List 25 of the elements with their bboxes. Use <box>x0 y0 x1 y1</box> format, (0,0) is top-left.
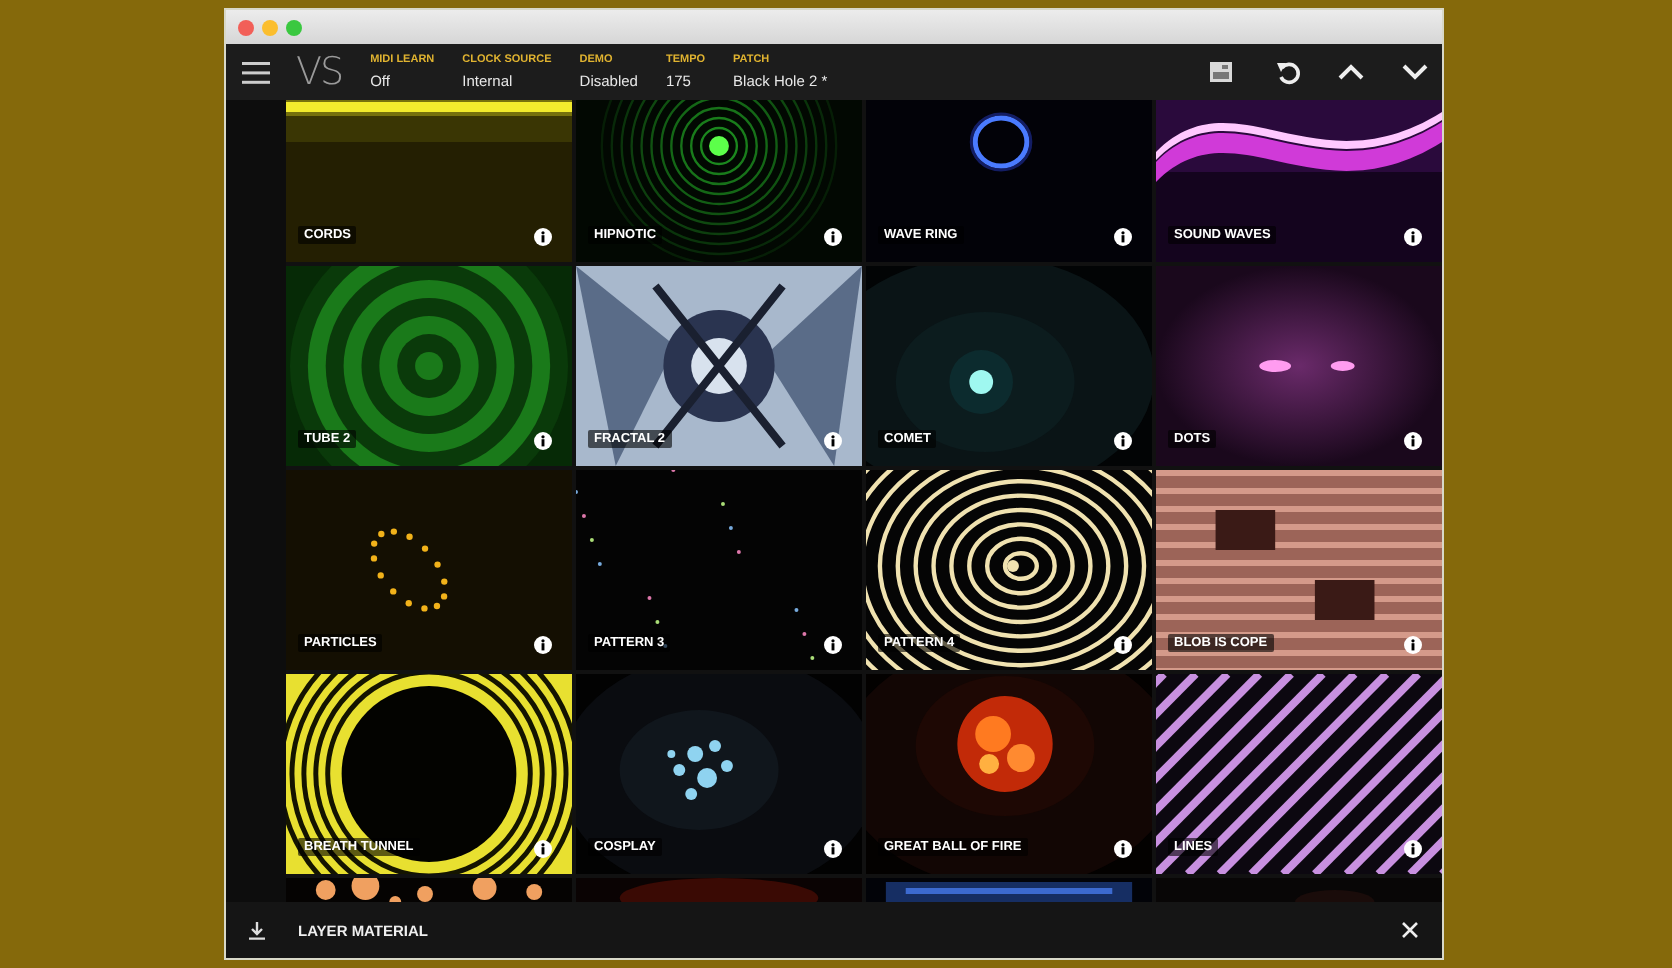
info-icon[interactable] <box>824 228 842 246</box>
thumbnail-icon[interactable] <box>1210 62 1232 82</box>
info-icon[interactable] <box>534 432 552 450</box>
info-icon[interactable] <box>534 840 552 858</box>
info-icon[interactable] <box>534 636 552 654</box>
info-icon[interactable] <box>1114 432 1132 450</box>
info-icon[interactable] <box>824 840 842 858</box>
chevron-down-icon[interactable] <box>1402 64 1428 80</box>
app-logo: VS <box>296 50 343 94</box>
info-icon[interactable] <box>1404 432 1422 450</box>
chevron-up-icon[interactable] <box>1338 64 1364 80</box>
close-icon[interactable] <box>1402 922 1418 938</box>
info-icon[interactable] <box>1404 840 1422 858</box>
info-icon[interactable] <box>1404 228 1422 246</box>
info-icon[interactable] <box>1404 636 1422 654</box>
info-icon[interactable] <box>534 228 552 246</box>
info-icon[interactable] <box>1114 228 1132 246</box>
menu-icon[interactable] <box>241 61 269 83</box>
info-icon[interactable] <box>824 432 842 450</box>
download-icon[interactable] <box>247 921 265 939</box>
info-icon[interactable] <box>1114 636 1132 654</box>
close-window-button[interactable] <box>238 19 254 35</box>
rotate-icon[interactable] <box>1276 59 1302 85</box>
info-icon[interactable] <box>1114 840 1132 858</box>
info-icon[interactable] <box>824 636 842 654</box>
